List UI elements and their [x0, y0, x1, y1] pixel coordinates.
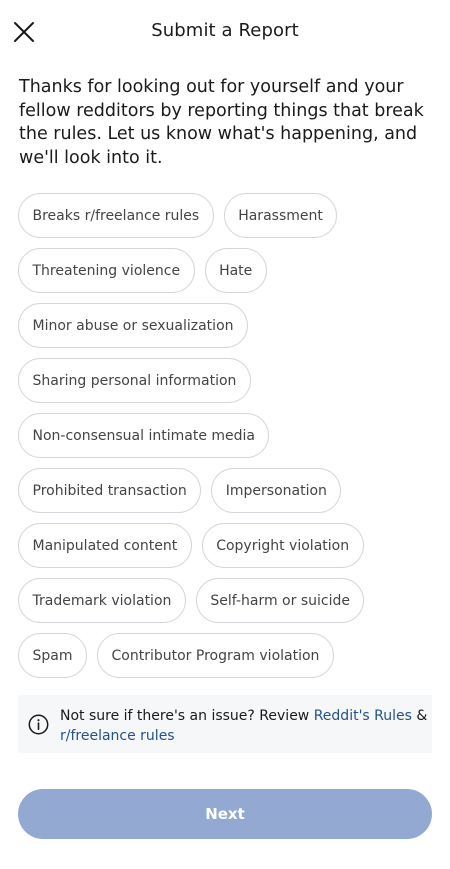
- report-sheet: Submit a Report Thanks for looking out f…: [0, 0, 450, 869]
- reason-chip[interactable]: Impersonation: [211, 468, 342, 513]
- reason-chip[interactable]: Threatening violence: [18, 248, 195, 293]
- reason-chip[interactable]: Contributor Program violation: [97, 633, 334, 678]
- page-title: Submit a Report: [151, 20, 299, 41]
- reason-chip[interactable]: Spam: [18, 633, 87, 678]
- header: Submit a Report: [0, 0, 450, 66]
- reason-chip[interactable]: Non-consensual intimate media: [18, 413, 270, 458]
- reason-chip[interactable]: Self-harm or suicide: [195, 578, 365, 623]
- reason-chip[interactable]: Sharing personal information: [18, 358, 251, 403]
- reason-chip[interactable]: Hate: [204, 248, 267, 293]
- reason-chip[interactable]: Harassment: [223, 193, 338, 238]
- subreddit-rules-link[interactable]: r/freelance rules: [60, 728, 175, 744]
- reason-chip[interactable]: Manipulated content: [18, 523, 192, 568]
- intro-text: Thanks for looking out for yourself and …: [19, 77, 424, 168]
- reddit-rules-link[interactable]: Reddit's Rules: [314, 708, 412, 724]
- report-reason-list: Breaks r/freelance rules Harassment Thre…: [18, 193, 438, 678]
- reason-chip[interactable]: Breaks r/freelance rules: [18, 193, 214, 238]
- info-text-and: &: [411, 708, 428, 724]
- info-text-prefix: Not sure if there's an issue? Review: [60, 708, 314, 724]
- info-icon: [28, 714, 49, 735]
- reason-chip[interactable]: Minor abuse or sexualization: [18, 303, 249, 348]
- reason-chip[interactable]: Trademark violation: [18, 578, 186, 623]
- info-text: Not sure if there's an issue? Review Red…: [60, 707, 427, 746]
- next-button[interactable]: Next: [18, 789, 432, 839]
- reason-chip[interactable]: Copyright violation: [201, 523, 364, 568]
- info-box: Not sure if there's an issue? Review Red…: [18, 695, 432, 753]
- reason-chip[interactable]: Prohibited transaction: [18, 468, 202, 513]
